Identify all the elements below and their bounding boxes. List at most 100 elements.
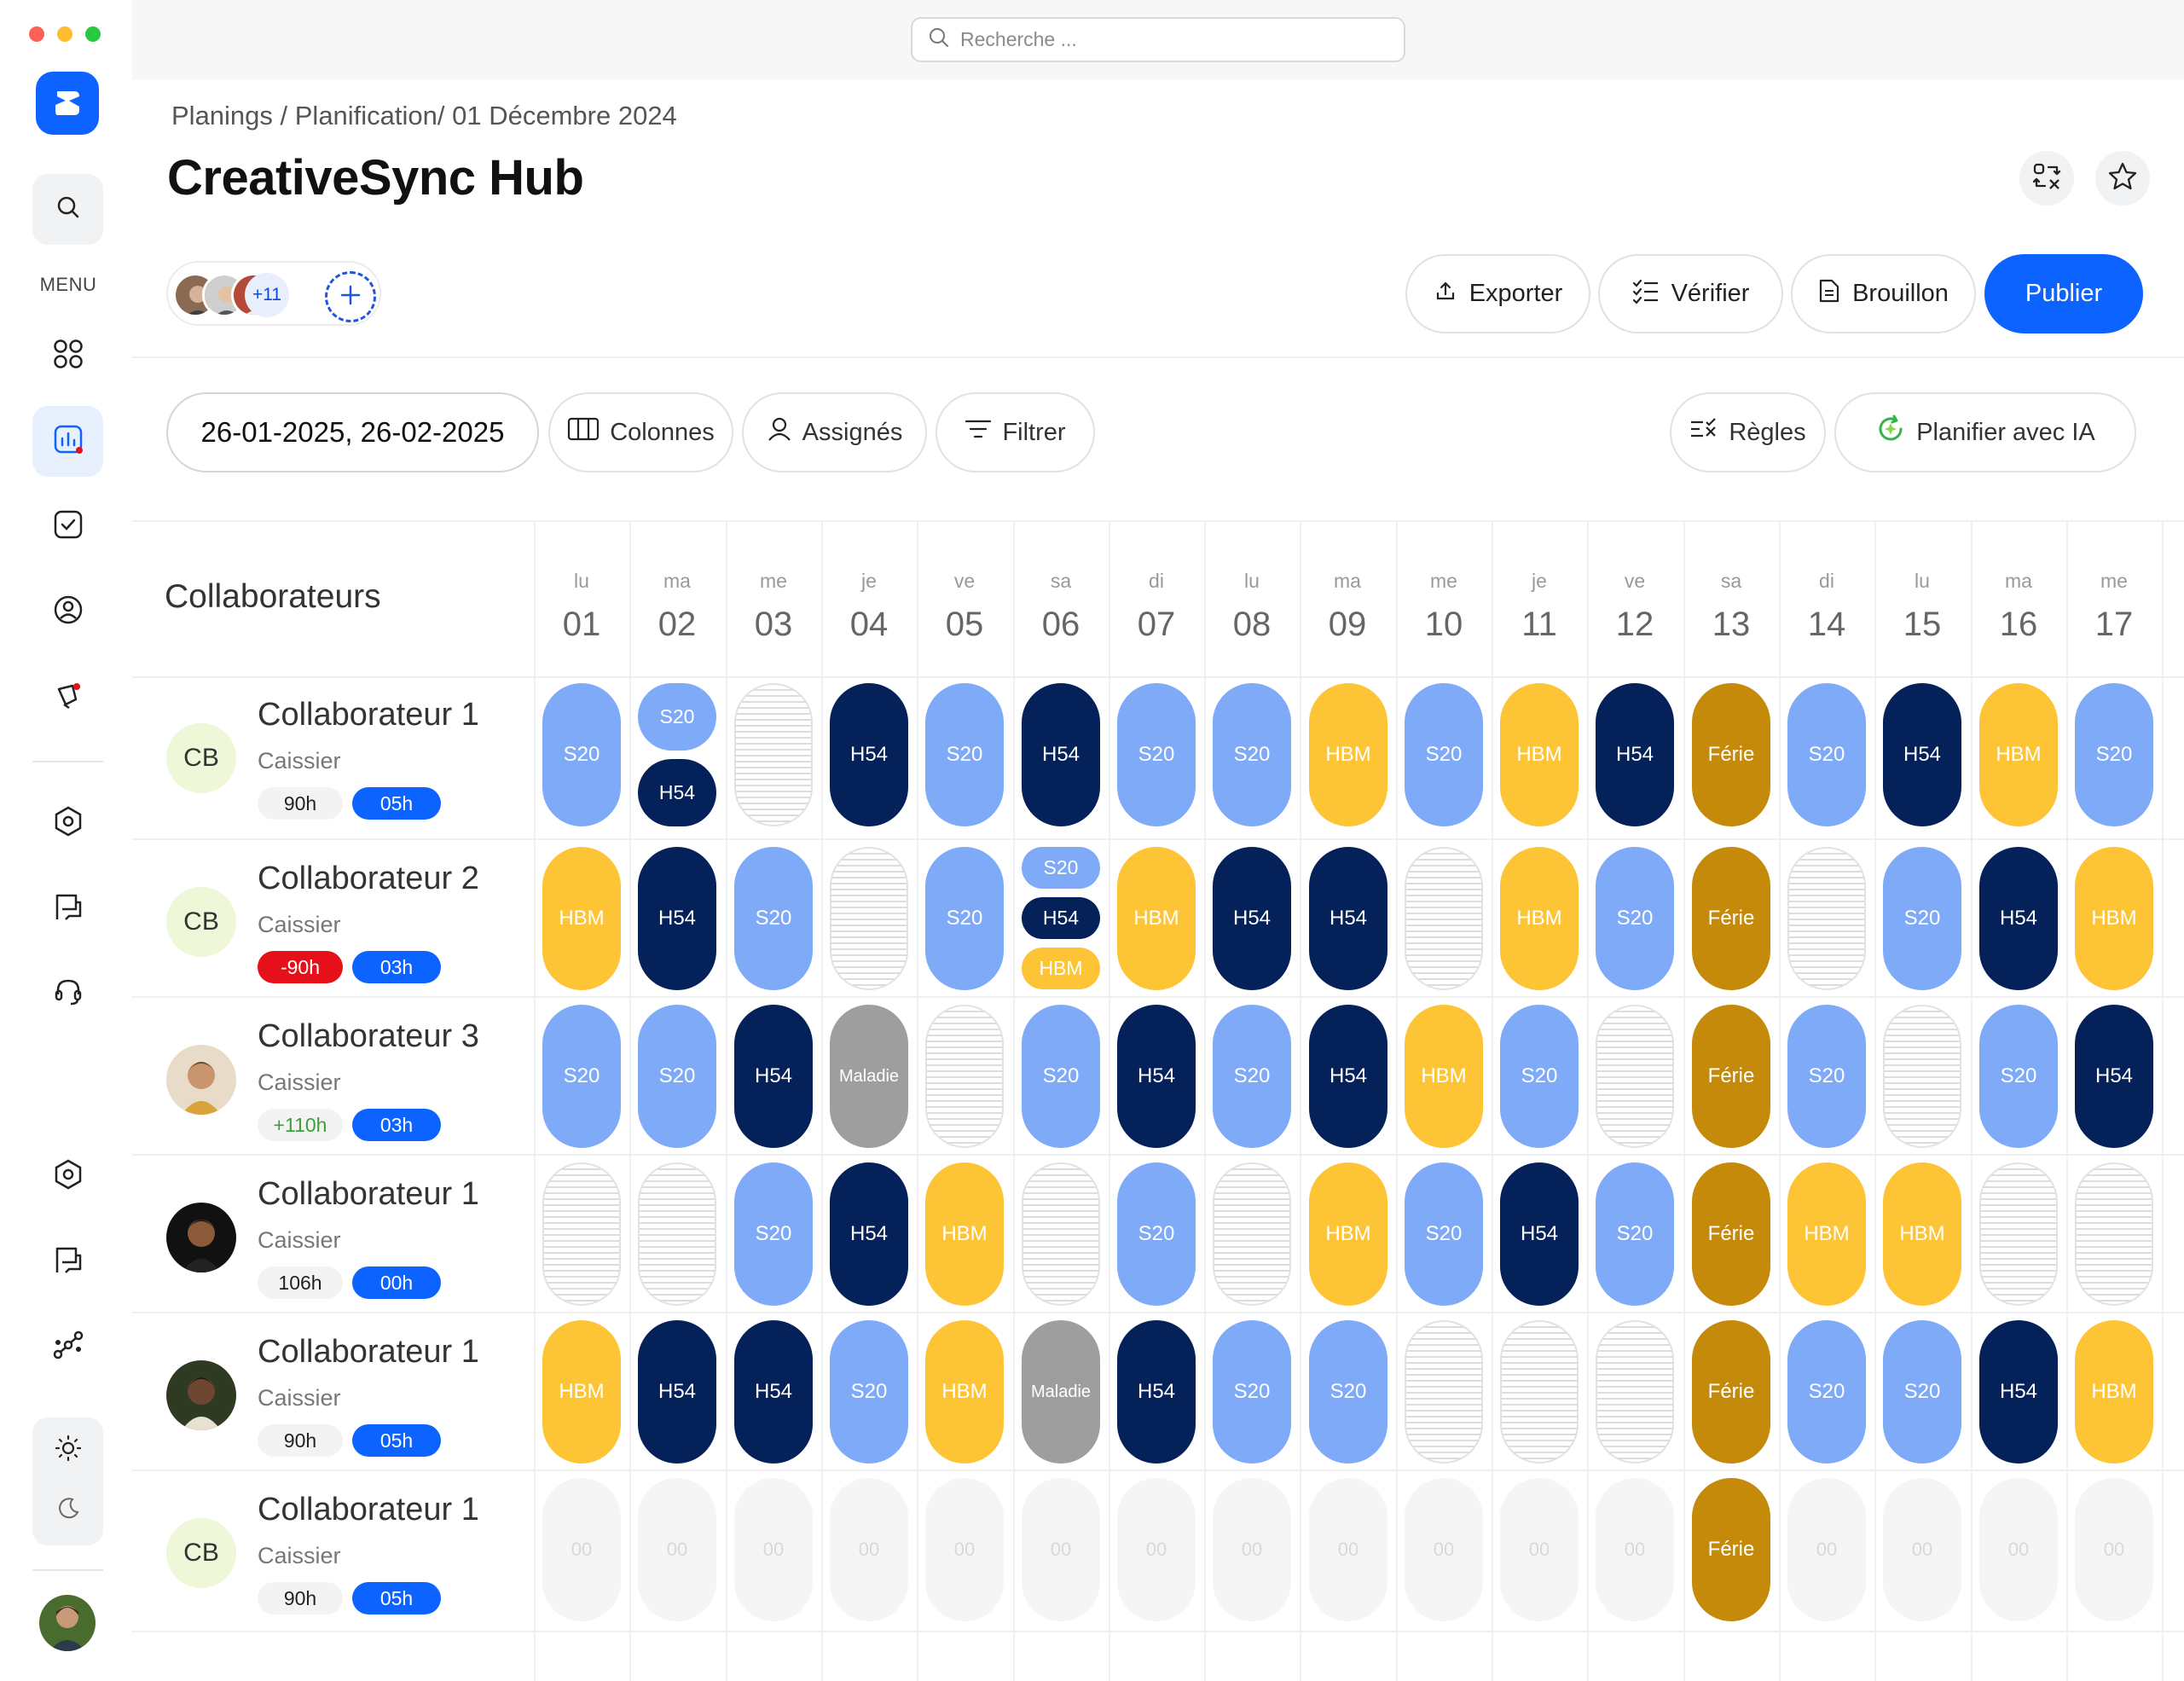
shift-cell[interactable]: S20 xyxy=(1213,1005,1291,1148)
shift-cell[interactable]: S20 xyxy=(734,847,813,990)
shift-cell[interactable]: Férie xyxy=(1692,1005,1770,1148)
shift-cell[interactable]: S20 xyxy=(1213,683,1291,826)
shift-cell[interactable]: 00 xyxy=(1596,1478,1674,1621)
shift-cell[interactable] xyxy=(830,847,908,990)
shift-cell[interactable]: H54 xyxy=(1979,847,2058,990)
shift-cell[interactable]: S20 xyxy=(1596,847,1674,990)
sidebar-item-tasks[interactable] xyxy=(32,491,103,562)
shift-cell[interactable]: HBM xyxy=(2075,1320,2153,1464)
shift-cell[interactable]: Maladie xyxy=(830,1005,908,1148)
avatar[interactable] xyxy=(166,1045,236,1115)
shift-cell[interactable]: 00 xyxy=(925,1478,1004,1621)
avatar[interactable]: CB xyxy=(166,887,236,957)
shift-cell[interactable]: HBM xyxy=(1979,683,2058,826)
shift-cell[interactable]: Maladie xyxy=(1022,1320,1100,1464)
shift-cell[interactable]: S20 xyxy=(1117,683,1196,826)
search-bar[interactable] xyxy=(911,17,1405,62)
shift-cell[interactable]: 00 xyxy=(1117,1478,1196,1621)
publish-button[interactable]: Publier xyxy=(1984,254,2143,333)
shift-cell[interactable]: S20 xyxy=(1309,1320,1387,1464)
avatar[interactable]: CB xyxy=(166,723,236,793)
shift-cell[interactable] xyxy=(925,1005,1004,1148)
shift-cell[interactable]: Férie xyxy=(1692,1478,1770,1621)
shift-cell[interactable]: S20 xyxy=(1883,1320,1961,1464)
shift-cell[interactable]: 00 xyxy=(1883,1478,1961,1621)
sidebar-search-button[interactable] xyxy=(32,174,103,245)
shift-cell[interactable]: H54 xyxy=(734,1320,813,1464)
shift-cell[interactable]: H54 xyxy=(830,683,908,826)
avatar[interactable]: CB xyxy=(166,1518,236,1588)
verify-button[interactable]: Vérifier xyxy=(1598,254,1783,333)
shift-cell[interactable]: 00 xyxy=(734,1478,813,1621)
date-range-picker[interactable]: 26-01-2025, 26-02-2025 xyxy=(166,392,539,472)
shift-cell[interactable] xyxy=(542,1162,621,1306)
shift-cell[interactable]: H54 xyxy=(1213,847,1291,990)
ai-plan-button[interactable]: Planifier avec IA xyxy=(1834,392,2136,472)
sidebar-item-support[interactable] xyxy=(32,959,103,1029)
logo-icon[interactable] xyxy=(36,72,99,135)
maximize-window-button[interactable] xyxy=(85,26,101,42)
draft-button[interactable]: Brouillon xyxy=(1791,254,1976,333)
shift-cell[interactable]: 00 xyxy=(638,1478,716,1621)
collaborator-row-header[interactable]: CB Collaborateur 1 Caissier 90h 05h xyxy=(132,676,533,834)
shift-cell[interactable]: S20 xyxy=(1213,1320,1291,1464)
sidebar-item-notifications[interactable] xyxy=(32,662,103,733)
shift-cell[interactable]: S20 xyxy=(1787,683,1866,826)
shift-cell[interactable]: H54 xyxy=(1500,1162,1579,1306)
avatar[interactable] xyxy=(166,1203,236,1272)
shift-cell[interactable] xyxy=(638,1162,716,1306)
shift-cell[interactable]: HBM xyxy=(1022,948,1100,989)
shift-cell[interactable] xyxy=(1979,1162,2058,1306)
sidebar-item-profile[interactable] xyxy=(32,577,103,647)
shift-cell[interactable]: 00 xyxy=(1787,1478,1866,1621)
shift-cell[interactable]: 00 xyxy=(1022,1478,1100,1621)
shift-cell[interactable]: Férie xyxy=(1692,847,1770,990)
shift-cell[interactable]: H54 xyxy=(1117,1320,1196,1464)
shift-cell[interactable]: S20 xyxy=(830,1320,908,1464)
shift-cell[interactable]: H54 xyxy=(1022,683,1100,826)
shift-cell[interactable] xyxy=(1787,847,1866,990)
shift-cell[interactable]: HBM xyxy=(2075,847,2153,990)
shift-cell[interactable]: HBM xyxy=(925,1320,1004,1464)
shift-cell[interactable]: 00 xyxy=(1979,1478,2058,1621)
shift-cell[interactable]: S20 xyxy=(1022,847,1100,889)
shift-cell[interactable]: 00 xyxy=(1405,1478,1483,1621)
shift-cell[interactable]: 00 xyxy=(1309,1478,1387,1621)
shift-cell[interactable]: S20 xyxy=(638,683,716,751)
shift-cell[interactable]: S20 xyxy=(1500,1005,1579,1148)
shift-cell[interactable]: HBM xyxy=(1787,1162,1866,1306)
shift-cell[interactable]: HBM xyxy=(1500,847,1579,990)
shift-cell[interactable]: S20 xyxy=(542,1005,621,1148)
shift-cell[interactable]: H54 xyxy=(1117,1005,1196,1148)
shift-cell[interactable]: Férie xyxy=(1692,1320,1770,1464)
columns-button[interactable]: Colonnes xyxy=(548,392,733,472)
shift-cell[interactable] xyxy=(1022,1162,1100,1306)
swap-button[interactable] xyxy=(2019,151,2074,206)
rules-button[interactable]: Règles xyxy=(1670,392,1826,472)
shift-cell[interactable]: S20 xyxy=(1883,847,1961,990)
sidebar-item-dashboard[interactable] xyxy=(32,321,103,391)
shift-cell[interactable] xyxy=(2075,1162,2153,1306)
sidebar-item-messages[interactable] xyxy=(32,873,103,944)
shift-cell[interactable]: S20 xyxy=(1117,1162,1196,1306)
shift-cell[interactable]: H54 xyxy=(1309,1005,1387,1148)
shift-cell[interactable]: H54 xyxy=(2075,1005,2153,1148)
export-button[interactable]: Exporter xyxy=(1405,254,1590,333)
collaborator-row-header[interactable]: Collaborateur 1 Caissier 90h 05h xyxy=(132,1313,533,1471)
shift-cell[interactable]: H54 xyxy=(1022,897,1100,939)
shift-cell[interactable]: H54 xyxy=(1883,683,1961,826)
shift-cell[interactable]: HBM xyxy=(1405,1005,1483,1148)
user-avatar[interactable] xyxy=(39,1595,96,1651)
shift-cell[interactable]: S20 xyxy=(1022,1005,1100,1148)
shift-cell[interactable]: S20 xyxy=(1787,1005,1866,1148)
shift-cell[interactable]: H54 xyxy=(1596,683,1674,826)
shift-cell[interactable]: Férie xyxy=(1692,1162,1770,1306)
shift-cell[interactable] xyxy=(734,683,813,826)
shift-cell[interactable]: S20 xyxy=(925,683,1004,826)
sidebar-item-analytics[interactable] xyxy=(32,406,103,477)
shift-cell[interactable] xyxy=(1405,1320,1483,1464)
shift-cell[interactable]: HBM xyxy=(1309,683,1387,826)
shift-cell[interactable] xyxy=(1405,847,1483,990)
shift-cell[interactable]: HBM xyxy=(1117,847,1196,990)
shift-cell[interactable]: H54 xyxy=(734,1005,813,1148)
